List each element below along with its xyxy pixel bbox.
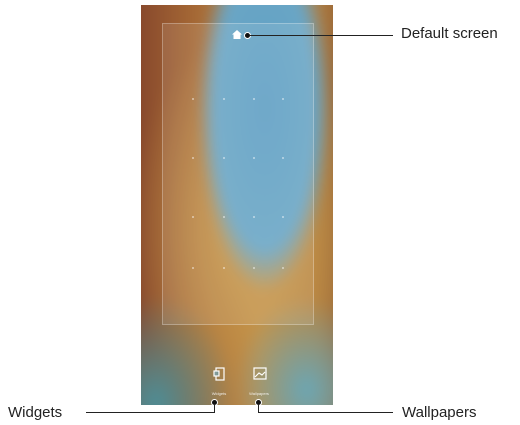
grid-dot [223, 157, 225, 159]
default-screen-callout-label: Default screen [401, 25, 498, 42]
grid-dot [223, 267, 225, 269]
wallpapers-callout-label: Wallpapers [402, 404, 477, 421]
home-icon[interactable] [232, 30, 242, 39]
grid-dot [253, 216, 255, 218]
home-screen-page-preview[interactable] [162, 23, 314, 325]
grid-dot [192, 267, 194, 269]
grid-dot [223, 98, 225, 100]
widgets-callout-line-horizontal [86, 412, 215, 413]
grid-dot [253, 98, 255, 100]
widgets-callout-label: Widgets [8, 404, 63, 421]
wallpapers-button[interactable]: Wallpapers [244, 367, 274, 397]
wallpapers-icon [253, 367, 267, 380]
wallpapers-callout-line-vertical [258, 405, 259, 412]
grid-dot [223, 216, 225, 218]
grid-dot [282, 157, 284, 159]
wallpapers-callout-line-horizontal [258, 412, 393, 413]
wallpapers-button-label: Wallpapers [249, 391, 269, 396]
widgets-icon [213, 367, 225, 381]
grid-dot [192, 216, 194, 218]
grid-dot [192, 157, 194, 159]
widgets-button-label: Widgets [211, 391, 227, 396]
phone-screen: Widgets Wallpapers [141, 5, 333, 405]
grid-dot [192, 98, 194, 100]
grid-dot [282, 98, 284, 100]
grid-dot [253, 157, 255, 159]
default-screen-callout-line [250, 35, 393, 36]
grid-dot [253, 267, 255, 269]
grid-dot [282, 216, 284, 218]
widgets-callout-line-vertical [214, 405, 215, 412]
grid-dot [282, 267, 284, 269]
widgets-button[interactable]: Widgets [204, 367, 234, 397]
